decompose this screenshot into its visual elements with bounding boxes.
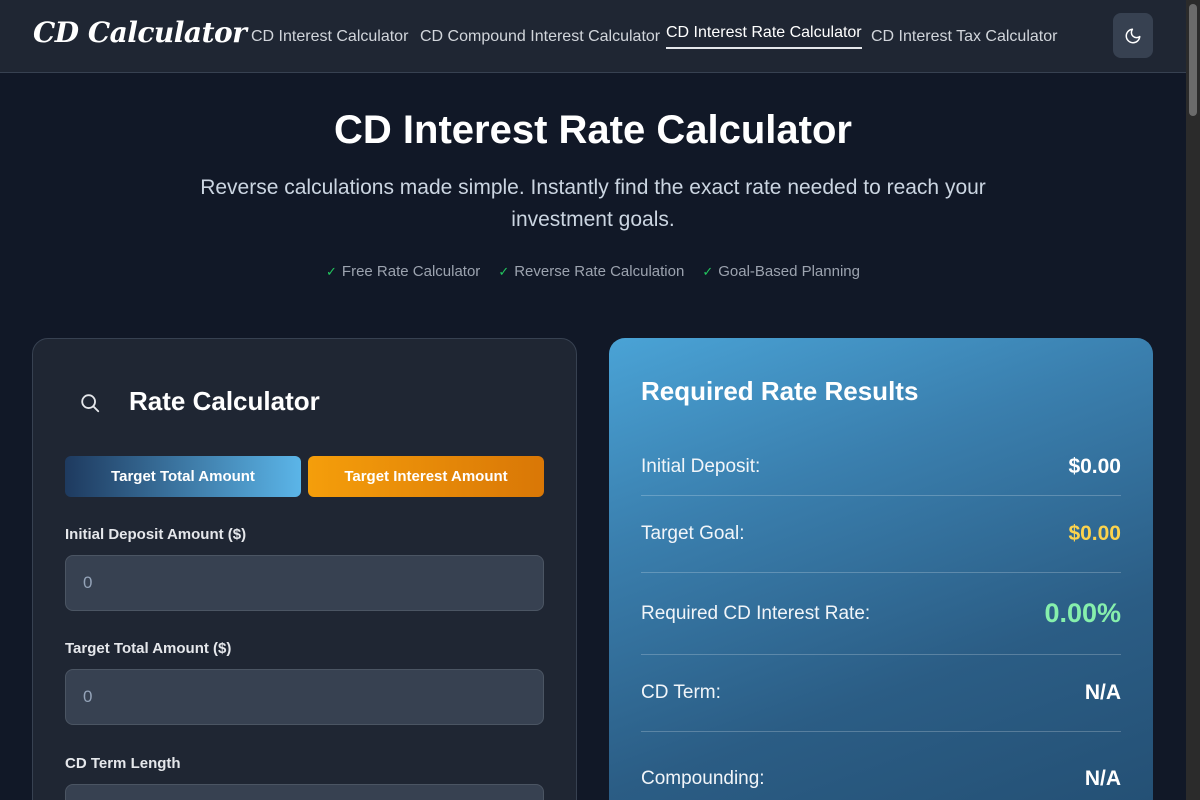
result-value-compounding: N/A — [1084, 766, 1121, 790]
result-value-cd-term: N/A — [1084, 681, 1121, 704]
moon-icon — [1125, 28, 1141, 43]
cd-term-length-input[interactable] — [65, 784, 544, 800]
results-card: Required Rate Results Initial Deposit: $… — [609, 338, 1153, 800]
result-value-required-rate: 0.00% — [1044, 598, 1121, 628]
target-total-amount-button[interactable]: Target Total Amount — [65, 456, 301, 497]
feature-list: ✓ Free Rate Calculator ✓ Reverse Rate Ca… — [0, 263, 1186, 280]
result-label: CD Term: — [641, 682, 721, 703]
result-label: Compounding: — [641, 767, 765, 789]
result-label: Required CD Interest Rate: — [641, 602, 871, 624]
site-logo[interactable]: CD Calculator — [33, 16, 247, 49]
result-label: Initial Deposit: — [641, 455, 761, 477]
target-total-input[interactable] — [65, 669, 544, 725]
result-row-compounding: Compounding: N/A — [641, 732, 1121, 800]
feature-item: ✓ Free Rate Calculator — [326, 263, 480, 280]
page-scrollbar[interactable] — [1186, 0, 1200, 800]
initial-deposit-input[interactable] — [65, 555, 544, 611]
page-title: CD Interest Rate Calculator — [334, 108, 852, 152]
result-row-initial-deposit: Initial Deposit: $0.00 — [641, 438, 1121, 496]
check-icon: ✓ — [326, 263, 337, 279]
target-interest-amount-button[interactable]: Target Interest Amount — [308, 456, 544, 497]
nav-link-cd-interest-tax-calculator[interactable]: CD Interest Tax Calculator — [871, 28, 1057, 46]
result-value-target-goal: $0.00 — [1068, 522, 1121, 545]
result-row-required-rate: Required CD Interest Rate: 0.00% — [641, 573, 1121, 655]
page-subtitle: Reverse calculations made simple. Instan… — [200, 176, 986, 231]
check-icon: ✓ — [498, 263, 510, 279]
feature-label: Goal-Based Planning — [718, 263, 860, 280]
target-total-label: Target Total Amount ($) — [65, 640, 232, 657]
results-title: Required Rate Results — [641, 376, 919, 406]
feature-item: ✓ Goal-Based Planning — [702, 263, 860, 280]
result-row-target-goal: Target Goal: $0.00 — [641, 496, 1121, 573]
theme-toggle-button[interactable] — [1113, 13, 1153, 58]
search-icon — [81, 394, 100, 413]
result-row-cd-term: CD Term: N/A — [641, 655, 1121, 732]
initial-deposit-label: Initial Deposit Amount ($) — [65, 526, 247, 543]
feature-item: ✓ Reverse Rate Calculation — [498, 263, 684, 280]
result-value-initial-deposit: $0.00 — [1068, 454, 1121, 478]
scrollbar-thumb[interactable] — [1189, 4, 1197, 116]
feature-label: Free Rate Calculator — [341, 263, 481, 280]
feature-label: Reverse Rate Calculation — [514, 263, 685, 280]
result-label: Target Goal: — [641, 523, 745, 544]
site-header: CD Calculator CD Interest Calculator CD … — [0, 0, 1186, 73]
calculator-title: Rate Calculator — [129, 386, 320, 416]
nav-link-cd-compound-interest-calculator[interactable]: CD Compound Interest Calculator — [420, 28, 660, 46]
nav-link-cd-interest-calculator[interactable]: CD Interest Calculator — [251, 28, 408, 46]
nav-link-cd-interest-rate-calculator[interactable]: CD Interest Rate Calculator — [666, 24, 862, 49]
rate-calculator-card: Rate Calculator Target Total Amount Targ… — [32, 338, 577, 800]
check-icon: ✓ — [702, 263, 714, 279]
cd-term-length-label: CD Term Length — [65, 755, 181, 772]
